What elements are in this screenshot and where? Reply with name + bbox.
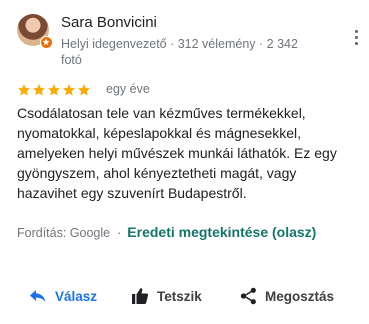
star-rating [17, 83, 91, 97]
translation-separator: · [117, 226, 122, 240]
reviewer-meta-line: fotó [61, 53, 82, 67]
review-actions: Válasz Tetszik Megosztás [0, 284, 369, 308]
reviewer-name[interactable]: Sara Bonvicini [61, 13, 157, 33]
reviewer-meta-line: Helyi idegenvezető · 312 vélemény · 2 34… [61, 37, 298, 51]
share-label: Megosztás [265, 288, 335, 304]
star-icon [77, 84, 91, 96]
review-text-line: nyomatokkal, képeslapokkal és mágnesekke… [17, 125, 302, 141]
share-icon [240, 287, 256, 305]
review-date: egy éve [106, 82, 150, 96]
star-icon [32, 84, 46, 96]
translation-label: Fordítás: Google [17, 226, 111, 240]
thumbs-up-icon [132, 288, 149, 304]
star-icon [62, 84, 76, 96]
local-guide-badge-icon [40, 36, 53, 49]
review-text-line: Csodálatosan tele van kézműves termékekk… [17, 105, 306, 121]
view-original-link[interactable]: Eredeti megtekintése (olasz) [127, 224, 316, 240]
reviewer-meta: Helyi idegenvezető · 312 vélemény · 2 34… [61, 36, 331, 68]
reply-label: Válasz [55, 288, 98, 304]
review-text-line: amelyeken helyi művészek munkái láthatók… [17, 145, 337, 161]
review-text-line: gyöngyszem, ahol kényeztetheti magát, va… [17, 165, 297, 181]
like-label: Tetszik [157, 288, 202, 304]
review-card: Sara Bonvicini Helyi idegenvezető · 312 … [0, 0, 369, 324]
share-button[interactable]: Megosztás [240, 284, 334, 308]
avatar[interactable] [17, 14, 53, 49]
star-icon [17, 84, 31, 96]
reply-arrow-icon [30, 290, 46, 302]
translation-info: Fordítás: Google · Eredeti megtekintése (o… [17, 224, 316, 241]
review-text: Csodálatosan tele van kézműves termékekk… [17, 103, 362, 203]
more-vertical-icon[interactable] [352, 30, 360, 50]
star-icon [47, 84, 61, 96]
reply-button[interactable]: Válasz [29, 284, 97, 308]
like-button[interactable]: Tetszik [131, 284, 202, 308]
review-text-line: hazavihet egy szuvenírt Budapestről. [17, 185, 247, 201]
